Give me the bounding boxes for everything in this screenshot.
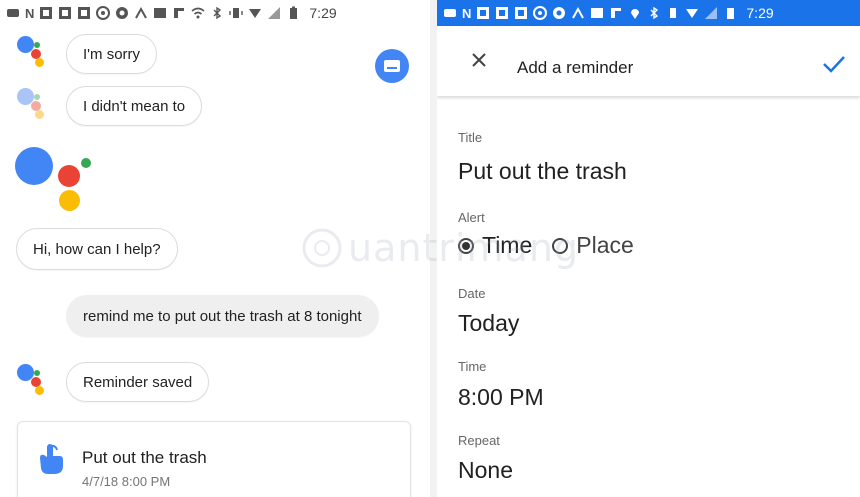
- time-label: Time: [458, 359, 487, 374]
- reminder-hand-icon: [36, 442, 66, 476]
- close-button[interactable]: [467, 48, 491, 72]
- notification-icon: [443, 6, 457, 20]
- assistant-avatar-icon: [17, 36, 57, 72]
- repeat-label: Repeat: [458, 433, 500, 448]
- battery-icon: [286, 6, 300, 20]
- chrome-icon: [552, 6, 566, 20]
- signal-wifi-icon: [685, 6, 699, 20]
- assistant-message: I didn't mean to: [66, 86, 203, 126]
- bluetooth-icon: [210, 6, 224, 20]
- app-icon: [476, 6, 490, 20]
- save-button[interactable]: [821, 54, 847, 74]
- assistant-message: Hi, how can I help?: [16, 228, 178, 270]
- status-bar: N 7:29: [0, 0, 430, 26]
- title-label: Title: [458, 130, 483, 145]
- keyboard-button[interactable]: [375, 49, 409, 83]
- status-time: 7:29: [309, 5, 337, 21]
- location-icon: [628, 6, 642, 20]
- hiking-icon: [571, 6, 585, 20]
- repeat-field[interactable]: None: [458, 457, 513, 484]
- assistant-conversation-panel: N 7:29 I'm sorry I didn't mean to Hi, ho…: [0, 0, 430, 497]
- cell-signal-icon: [267, 6, 281, 20]
- status-time: 7:29: [746, 5, 774, 21]
- bluetooth-icon: [647, 6, 661, 20]
- instagram-icon: [533, 6, 548, 20]
- battery-icon: [723, 6, 737, 20]
- chrome-icon: [115, 6, 129, 20]
- assistant-message: Reminder saved: [66, 362, 210, 402]
- alert-option-label: Place: [576, 232, 634, 258]
- date-field[interactable]: Today: [458, 310, 519, 337]
- time-field[interactable]: 8:00 PM: [458, 384, 544, 411]
- radio-checked-icon: [458, 237, 474, 254]
- reminder-card[interactable]: Put out the trash 4/7/18 8:00 PM: [17, 421, 411, 497]
- assistant-logo-icon: [15, 147, 95, 217]
- assistant-avatar-icon: [17, 364, 57, 400]
- signal-wifi-icon: [248, 6, 262, 20]
- alert-option-time[interactable]: Time: [458, 232, 532, 259]
- wifi-icon: [191, 6, 205, 20]
- user-message: remind me to put out the trash at 8 toni…: [66, 295, 379, 337]
- vibrate-icon: [229, 6, 244, 20]
- gallery-icon: [590, 6, 604, 20]
- alert-option-label: Time: [482, 232, 533, 258]
- gallery-icon: [153, 6, 167, 20]
- app-icon: [77, 6, 91, 20]
- alert-label: Alert: [458, 210, 485, 225]
- title-field[interactable]: Put out the trash: [458, 158, 627, 185]
- document-icon: [609, 6, 623, 20]
- reminder-card-datetime: 4/7/18 8:00 PM: [82, 474, 171, 489]
- alert-option-place[interactable]: Place: [552, 232, 634, 259]
- cell-signal-icon: [704, 6, 718, 20]
- notification-icon: [6, 6, 20, 20]
- keyboard-icon: [384, 60, 400, 72]
- panel-divider: [430, 0, 437, 497]
- app-bar: Add a reminder: [437, 26, 860, 96]
- check-icon: [823, 56, 845, 73]
- assistant-avatar-icon: [17, 88, 57, 124]
- n-icon: N: [462, 5, 472, 21]
- vibrate-icon: [666, 6, 680, 20]
- close-icon: [472, 53, 486, 67]
- app-icon: [58, 6, 72, 20]
- reminder-card-title: Put out the trash: [82, 448, 207, 467]
- hiking-icon: [134, 6, 148, 20]
- status-bar: N 7:29: [437, 0, 860, 26]
- assistant-message: I'm sorry: [66, 34, 158, 74]
- radio-unchecked-icon: [552, 237, 569, 254]
- document-icon: [172, 6, 186, 20]
- app-icon: [39, 6, 53, 20]
- alert-radio-group: Time Place: [458, 232, 634, 259]
- app-icon: [495, 6, 509, 20]
- app-icon: [514, 6, 528, 20]
- instagram-icon: [96, 6, 111, 20]
- add-reminder-panel: N 7:29 Add a reminder Title Put out the …: [437, 0, 860, 497]
- n-icon: N: [25, 5, 35, 21]
- page-title: Add a reminder: [517, 58, 634, 77]
- date-label: Date: [458, 286, 486, 301]
